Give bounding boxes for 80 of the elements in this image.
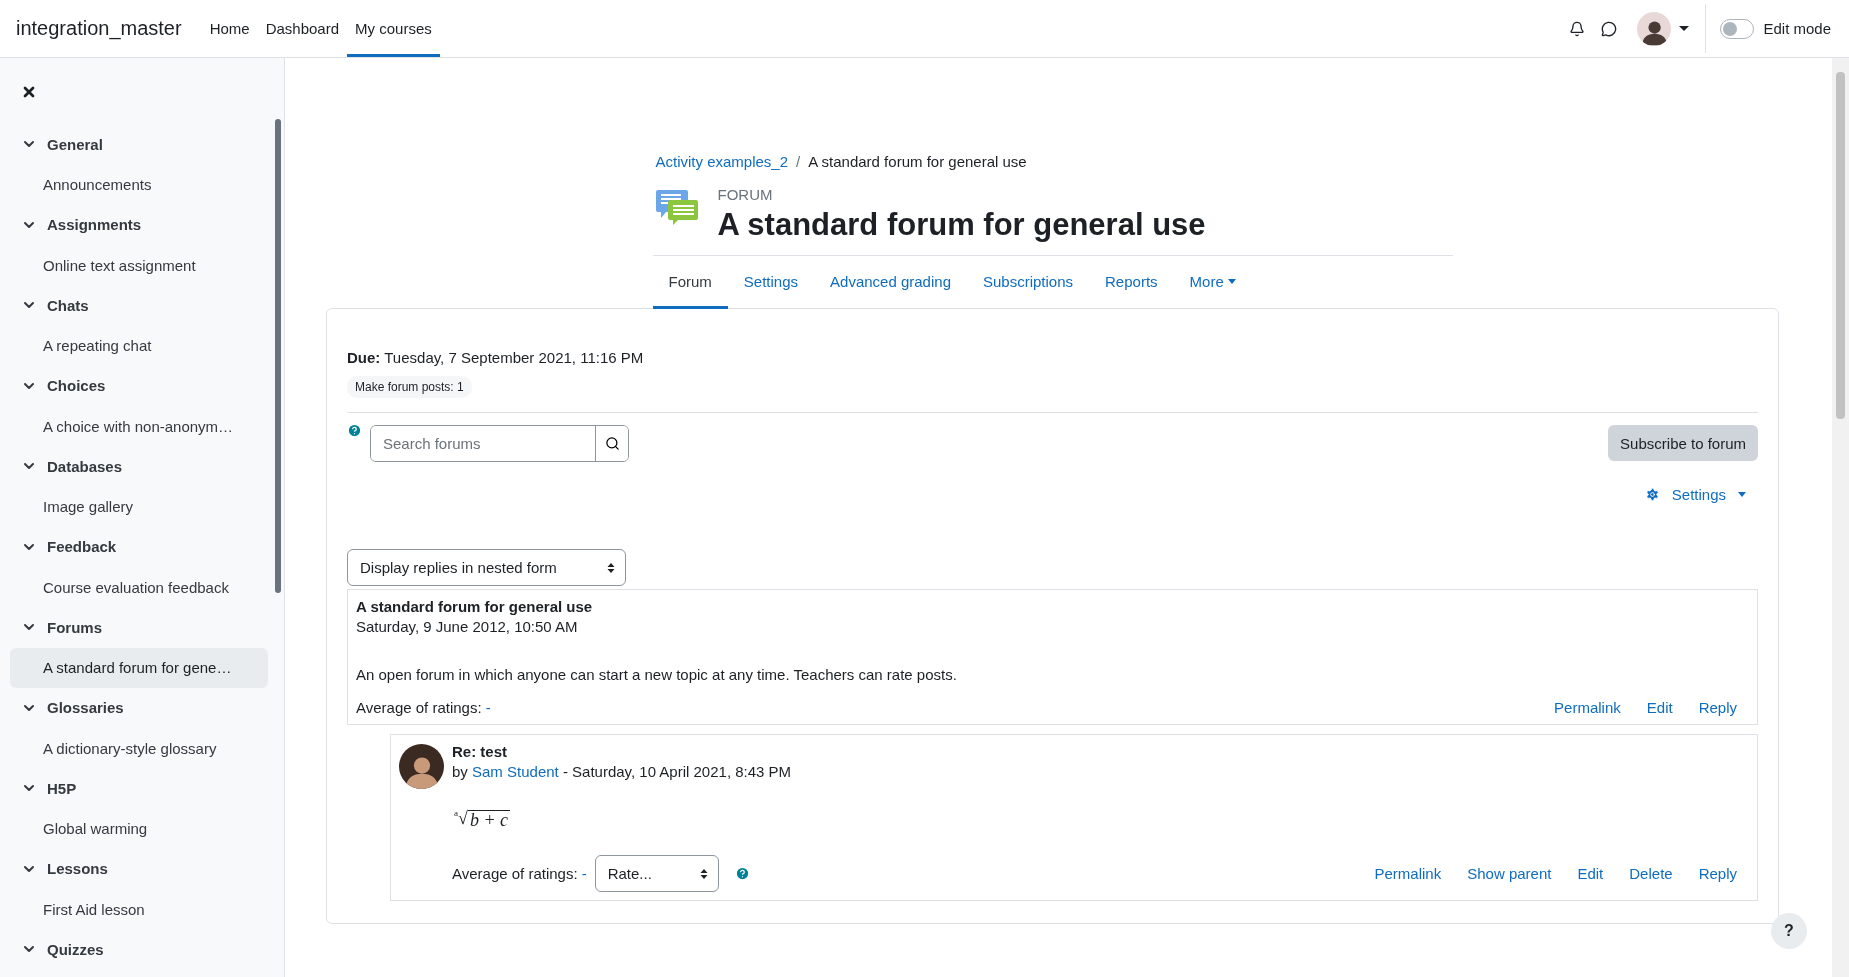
rate-select[interactable]: Rate... (594, 855, 719, 892)
help-icon[interactable] (734, 866, 750, 881)
rating-label: Average of ratings: (356, 699, 482, 716)
section-heading[interactable]: Assignments (10, 204, 268, 245)
rating-value: - (485, 699, 491, 716)
section-heading[interactable]: Lessons (10, 848, 268, 889)
chat-bubble-icon[interactable] (1601, 20, 1618, 37)
section-heading[interactable]: General (10, 124, 268, 165)
tab[interactable]: Reports (1089, 256, 1174, 309)
post-action-link[interactable]: Edit (1646, 699, 1673, 716)
tab[interactable]: Advanced grading (814, 256, 967, 309)
sidebar-item[interactable]: A dictionary-style glossary (10, 728, 268, 768)
gear-icon (1644, 487, 1660, 502)
help-icon[interactable] (347, 423, 362, 438)
edit-mode-switch[interactable] (1720, 18, 1755, 39)
post-subject: A standard forum for general use (356, 598, 594, 615)
tab[interactable]: Subscriptions (967, 256, 1090, 309)
person-silhouette-icon (1640, 18, 1669, 46)
nav-link[interactable]: Dashboard (257, 0, 348, 57)
search-icon (604, 436, 620, 451)
settings-menu-button[interactable]: Settings (1632, 480, 1758, 509)
caret-icon[interactable] (1679, 26, 1690, 31)
post-action-link[interactable]: Edit (1577, 865, 1604, 882)
activity-type: FORUM (717, 186, 774, 203)
sidebar-item[interactable]: Online text assignment (10, 245, 268, 285)
post-action-link[interactable]: Reply (1698, 865, 1737, 882)
sidebar-item[interactable]: Image gallery (10, 486, 268, 527)
search-field[interactable]: Search forums (370, 425, 629, 462)
breadcrumb-link[interactable]: Activity examples_2 (655, 153, 789, 170)
post-text: An open forum in which anyone can start a new topic at any time. Teachers can rate posts. (356, 666, 958, 683)
edit-mode-label: Edit mode (1763, 20, 1831, 37)
sidebar-item[interactable]: A standard forum for gene… (10, 647, 268, 688)
sidebar-item[interactable]: Global warming (10, 808, 268, 849)
nav-link[interactable]: Home (201, 0, 258, 57)
section-heading[interactable]: H5P (10, 768, 268, 809)
scrollbar-thumb[interactable] (275, 119, 281, 593)
due-date: Due: Tuesday, 7 September 2021, 11:16 PM (347, 349, 645, 366)
sidebar-item[interactable]: First Aid lesson (10, 889, 268, 929)
display-mode-select[interactable]: Display replies in nested form (347, 549, 626, 586)
post-date: Saturday, 9 June 2012, 10:50 AM (356, 618, 579, 635)
section-heading[interactable]: Quizzes (10, 929, 268, 970)
rating-value: - (581, 865, 587, 882)
tab[interactable]: Settings (727, 256, 815, 309)
post-action-link[interactable]: Permalink (1554, 699, 1621, 716)
nav-link[interactable]: My courses (347, 0, 440, 57)
post-action-link[interactable]: Reply (1698, 699, 1737, 716)
page-title: A standard forum for general use (717, 207, 1206, 243)
sidebar-item[interactable]: Announcements (10, 164, 268, 205)
close-icon[interactable] (21, 84, 37, 100)
post-action-link[interactable]: Permalink (1374, 865, 1442, 882)
section-heading[interactable]: Choices (10, 365, 268, 406)
tab[interactable]: Forum (652, 256, 728, 309)
rating-label: Average of ratings: (452, 865, 578, 882)
sidebar-item[interactable]: A choice with non-anonym… (10, 406, 268, 446)
sort-arrows-icon (699, 867, 708, 880)
section-heading[interactable]: Chats (10, 285, 268, 326)
sidebar-item[interactable]: A repeating chat (10, 325, 268, 366)
completion-badge: Make forum posts: 1 (347, 376, 472, 398)
post-action-link[interactable]: Delete (1629, 865, 1673, 882)
site-name[interactable]: integration_master (16, 17, 182, 40)
breadcrumb-current: A standard forum for general use (808, 153, 1027, 170)
section-heading[interactable]: Forums (10, 607, 268, 648)
scrollbar[interactable] (1832, 58, 1849, 977)
sort-arrows-icon (607, 561, 615, 574)
section-heading[interactable]: Databases (10, 446, 268, 487)
tab[interactable]: More (1173, 256, 1252, 309)
subscribe-button[interactable]: Subscribe to forum (1608, 425, 1758, 461)
breadcrumb-separator: / (796, 153, 801, 170)
post-subject: Re: test (452, 743, 508, 760)
user-avatar[interactable] (1637, 11, 1672, 46)
search-button[interactable] (595, 426, 628, 461)
section-heading[interactable]: Feedback (10, 526, 268, 567)
author-link[interactable]: Sam Student (472, 763, 559, 780)
help-button[interactable]: ? (1771, 913, 1807, 949)
section-heading[interactable]: Glossaries (10, 687, 268, 728)
caret-icon (1227, 279, 1236, 284)
post-byline: by Sam Student - Saturday, 10 April 2021, 8:43 PM (452, 763, 793, 780)
sidebar-item[interactable]: Course evaluation feedback (10, 567, 268, 607)
post-action-link[interactable]: Show parent (1467, 865, 1552, 882)
bell-icon[interactable] (1569, 20, 1586, 37)
